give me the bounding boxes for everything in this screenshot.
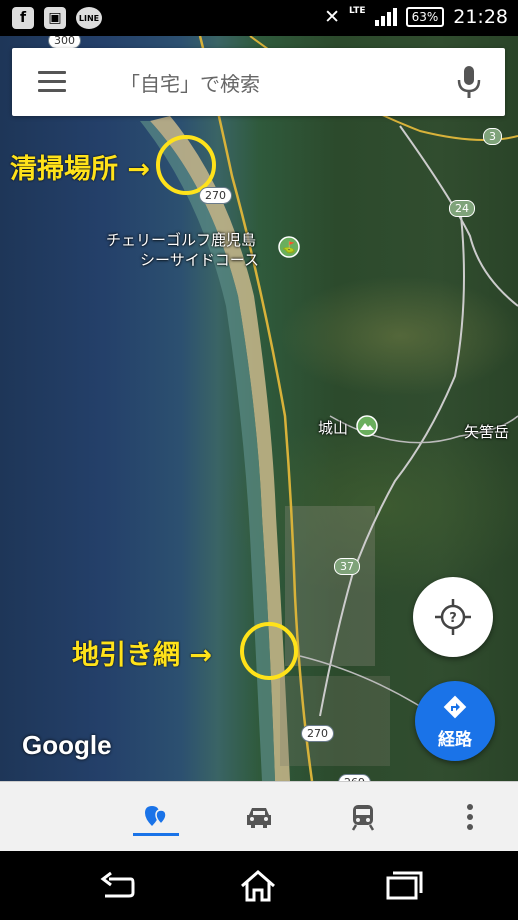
- road-shield: 3: [483, 128, 502, 145]
- menu-icon[interactable]: [38, 71, 66, 93]
- annotation-cleaning: 清掃場所 →: [10, 154, 151, 185]
- svg-text:?: ?: [449, 611, 457, 626]
- map-view[interactable]: 300 3 24 270 37 270 269 チェリーゴルフ鹿児島 シーサイド…: [0, 36, 518, 781]
- annotation-net: 地引き網 →: [72, 640, 213, 671]
- directions-label: 経路: [438, 730, 472, 750]
- directions-icon: [443, 695, 467, 719]
- system-nav-bar: [0, 851, 518, 920]
- battery-indicator: 63%: [405, 7, 445, 27]
- tab-transit[interactable]: [340, 796, 386, 838]
- facebook-icon: f: [12, 7, 34, 29]
- tab-driving[interactable]: [236, 796, 282, 838]
- mic-icon[interactable]: [455, 64, 483, 100]
- road-shield: 37: [334, 558, 360, 575]
- back-icon[interactable]: [97, 869, 137, 903]
- train-icon: [351, 805, 375, 831]
- place-label-golf-sub[interactable]: シーサイドコース: [140, 249, 259, 270]
- line-icon: LINE: [76, 7, 102, 29]
- status-bar: f ▣ LINE ✕ LTE 63% 21:28: [0, 0, 518, 36]
- golf-icon[interactable]: ⛳: [278, 236, 300, 258]
- town-area: [280, 676, 390, 766]
- road-shield: 270: [199, 187, 232, 204]
- search-input[interactable]: 「自宅」で検索: [120, 68, 260, 97]
- tab-more[interactable]: [447, 796, 493, 838]
- home-icon[interactable]: [238, 869, 278, 903]
- screenshot-icon: ▣: [44, 7, 66, 29]
- search-bar[interactable]: 「自宅」で検索: [12, 48, 505, 116]
- place-label-mountain[interactable]: 矢筈岳: [464, 421, 509, 442]
- clock: 21:28: [453, 6, 508, 28]
- network-type: LTE: [349, 6, 366, 16]
- shallow-water: [140, 121, 275, 781]
- car-icon: [247, 808, 271, 828]
- more-vertical-icon: [467, 804, 473, 830]
- road-shield: 269: [338, 774, 371, 781]
- signal-icon: [374, 8, 397, 26]
- bottom-tab-bar: [0, 781, 518, 851]
- road-shield: 24: [449, 200, 475, 217]
- my-location-button[interactable]: ?: [413, 577, 493, 657]
- explore-pin-icon: [145, 806, 167, 826]
- road-shield: 270: [301, 725, 334, 742]
- tab-explore[interactable]: [133, 796, 179, 838]
- svg-text:⛳: ⛳: [282, 241, 296, 254]
- recents-icon[interactable]: [384, 869, 424, 903]
- active-tab-indicator: [133, 833, 179, 836]
- place-label-golf[interactable]: チェリーゴルフ鹿児島: [106, 229, 256, 250]
- directions-button[interactable]: 経路: [415, 681, 495, 761]
- place-label-castle[interactable]: 城山: [318, 417, 348, 438]
- line-icon-label: LINE: [78, 13, 100, 23]
- mountain-icon[interactable]: [356, 415, 378, 437]
- vibrate-off-icon: ✕: [324, 6, 341, 28]
- location-unknown-icon: ?: [435, 599, 471, 635]
- google-logo: Google: [22, 730, 112, 760]
